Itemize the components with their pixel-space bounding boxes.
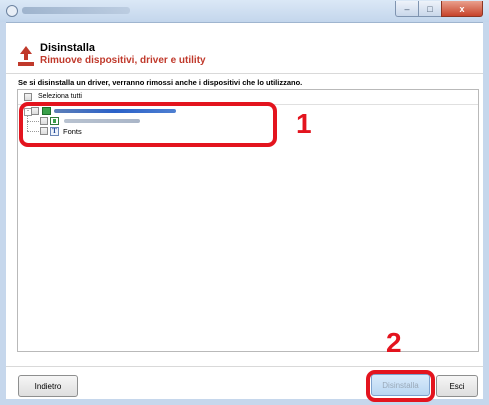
window-frame-left <box>0 22 6 405</box>
page-title: Disinstalla <box>40 42 96 54</box>
minimize-icon: – <box>404 3 410 14</box>
window-title-redacted <box>22 7 130 14</box>
footer-divider <box>6 366 483 367</box>
page-subtitle: Rimuove dispositivi, driver e utility <box>40 55 206 66</box>
title-bar: – □ x <box>0 0 489 23</box>
window-frame-right <box>483 22 489 405</box>
header-divider <box>6 73 483 74</box>
info-text: Se si disinstalla un driver, verranno ri… <box>18 78 303 87</box>
callout-1-number: 1 <box>296 108 312 139</box>
back-button[interactable]: Indietro <box>18 375 78 397</box>
callout-2-number: 2 <box>386 327 402 358</box>
exit-button[interactable]: Esci <box>436 375 478 397</box>
window-controls: – □ x <box>395 1 483 17</box>
callout-1-highlight <box>19 102 277 147</box>
uninstall-arrow-icon <box>18 46 34 66</box>
close-icon: x <box>459 3 465 14</box>
minimize-button[interactable]: – <box>395 1 419 17</box>
select-all-label: Seleziona tutti <box>38 93 82 100</box>
close-button[interactable]: x <box>441 1 483 17</box>
select-all-checkbox[interactable] <box>24 93 32 101</box>
maximize-button[interactable]: □ <box>418 1 442 17</box>
app-icon <box>6 5 18 17</box>
callout-2-highlight <box>366 370 435 402</box>
maximize-icon: □ <box>427 3 433 14</box>
